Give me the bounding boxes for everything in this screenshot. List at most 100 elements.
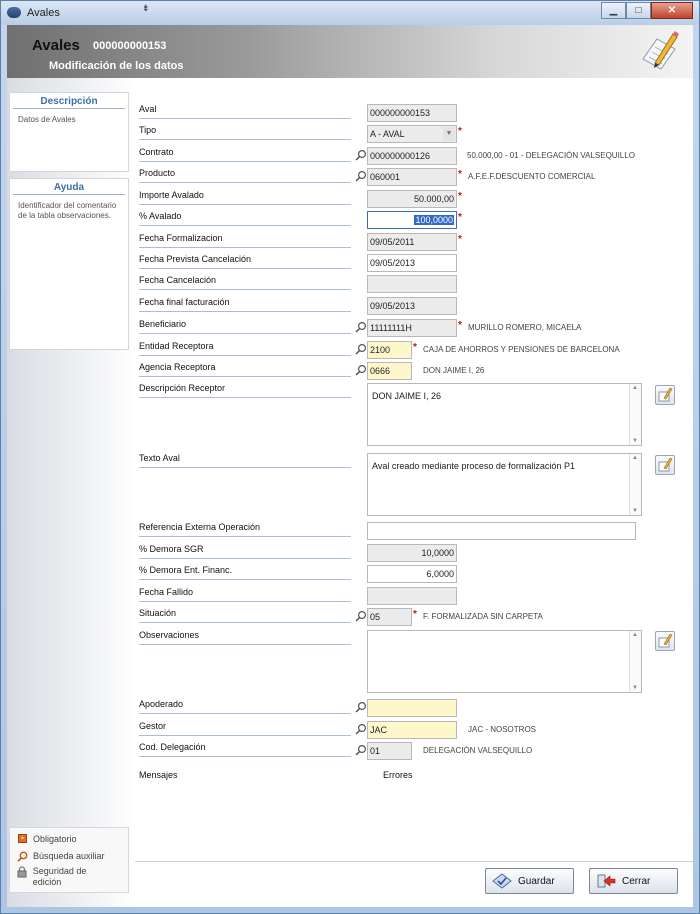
demora-ent-field[interactable]: 6,0000 xyxy=(367,565,457,583)
importe-avalado-field: 50.000,00 xyxy=(367,190,457,208)
gestor-field[interactable]: JAC xyxy=(367,721,457,739)
observaciones-textarea[interactable]: ▲ ▼ xyxy=(367,630,642,693)
entidad-receptora-desc: CAJA DE AHORROS Y PENSIONES DE BARCELONA xyxy=(423,345,620,354)
label-descripcion-receptor: Descripción Receptor xyxy=(139,383,351,398)
app-icon xyxy=(7,7,21,18)
legend-obligatorio-label: Obligatorio xyxy=(33,834,77,844)
ayuda-panel: Ayuda Identificador del comentario de la… xyxy=(9,178,129,350)
fecha-formalizacion-field: 09/05/2011 xyxy=(367,233,457,251)
agencia-receptora-field[interactable]: 0666 xyxy=(367,362,412,380)
texto-aval-textarea[interactable]: Aval creado mediante proceso de formaliz… xyxy=(367,453,642,516)
edit-text-button[interactable] xyxy=(655,455,675,475)
ayuda-title: Ayuda xyxy=(13,182,125,195)
search-icon[interactable] xyxy=(355,170,367,182)
edit-pencil-icon xyxy=(658,457,673,472)
search-icon xyxy=(16,851,28,864)
minimize-button[interactable]: ▁ xyxy=(601,2,626,19)
descripcion-receptor-value: DON JAIME I, 26 xyxy=(372,391,442,401)
required-mark: * xyxy=(413,342,417,353)
contrato-desc: 50.000,00 - 01 - DELEGACIÓN VALSEQUILLO xyxy=(467,151,635,160)
situacion-field[interactable]: 05 xyxy=(367,608,412,626)
search-icon[interactable] xyxy=(355,364,367,376)
search-icon[interactable] xyxy=(355,610,367,622)
label-contrato: Contrato xyxy=(139,147,351,162)
contrato-field[interactable]: 000000000126 xyxy=(367,147,457,165)
label-situacion: Situación xyxy=(139,608,351,623)
required-mark: * xyxy=(458,320,462,331)
pin-icon[interactable]: ⇟ xyxy=(142,3,150,14)
window-controls: ▁ □ ✕ xyxy=(601,2,693,19)
legend-busqueda: Búsqueda auxiliar xyxy=(16,851,105,864)
texto-aval-value: Aval creado mediante proceso de formaliz… xyxy=(372,461,575,471)
beneficiario-field[interactable]: 11111111H xyxy=(367,319,457,337)
situacion-desc: F. FORMALIZADA SIN CARPETA xyxy=(423,612,543,621)
label-agencia-receptora: Agencia Receptora xyxy=(139,362,351,377)
producto-field[interactable]: 060001 xyxy=(367,168,457,186)
search-icon[interactable] xyxy=(355,321,367,333)
scroll-down-icon[interactable]: ▼ xyxy=(632,685,638,691)
window: Avales ⇟ ▁ □ ✕ Avales 000000000153 Modif… xyxy=(0,0,700,914)
label-apoderado: Apoderado xyxy=(139,699,351,714)
maximize-button[interactable]: □ xyxy=(626,2,651,19)
scroll-up-icon[interactable]: ▲ xyxy=(632,385,638,391)
beneficiario-desc: MURILLO ROMERO, MICAELA xyxy=(468,323,582,332)
search-icon[interactable] xyxy=(355,701,367,713)
label-importe-avalado: Importe Avalado xyxy=(139,190,351,205)
required-icon: * xyxy=(16,834,28,845)
scrollbar[interactable]: ▲ ▼ xyxy=(629,454,641,515)
search-icon[interactable] xyxy=(355,744,367,756)
legend-busqueda-label: Búsqueda auxiliar xyxy=(33,851,105,861)
window-title: Avales xyxy=(27,7,60,19)
pct-avalado-field[interactable]: 100,0000 xyxy=(367,211,457,229)
fecha-prevista-cancelacion-field[interactable]: 09/05/2013 xyxy=(367,254,457,272)
scrollbar[interactable]: ▲ ▼ xyxy=(629,384,641,445)
chevron-down-icon[interactable]: ▼ xyxy=(443,127,455,141)
required-mark: * xyxy=(458,169,462,180)
errores-label: Errores xyxy=(383,770,413,780)
guardar-label: Guardar xyxy=(518,875,555,887)
edit-pencil-icon xyxy=(658,633,673,648)
cod-delegacion-field[interactable]: 01 xyxy=(367,742,412,760)
scroll-up-icon[interactable]: ▲ xyxy=(632,632,638,638)
fecha-fallido-field xyxy=(367,587,457,605)
label-texto-aval: Texto Aval xyxy=(139,453,351,468)
footer-divider xyxy=(135,861,693,862)
entidad-receptora-field[interactable]: 2100 xyxy=(367,341,412,359)
tipo-value: A - AVAL xyxy=(370,129,405,139)
producto-desc: A.F.E.F.DESCUENTO COMERCIAL xyxy=(468,172,596,181)
demora-sgr-field: 10,0000 xyxy=(367,544,457,562)
cerrar-button[interactable]: Cerrar xyxy=(589,868,678,894)
sidebar: Descripción Datos de Avales Ayuda Identi… xyxy=(7,78,135,907)
title-bar[interactable]: Avales ⇟ ▁ □ ✕ xyxy=(1,1,699,25)
search-icon[interactable] xyxy=(355,723,367,735)
label-aval: Aval xyxy=(139,104,351,119)
exit-icon xyxy=(597,874,616,888)
guardar-button[interactable]: Guardar xyxy=(485,868,574,894)
form-header: Avales 000000000153 Modificación de los … xyxy=(7,25,693,78)
lock-icon xyxy=(16,866,28,880)
referencia-externa-field[interactable] xyxy=(367,522,636,540)
descripcion-receptor-textarea[interactable]: DON JAIME I, 26 ▲ ▼ xyxy=(367,383,642,446)
search-icon[interactable] xyxy=(355,149,367,161)
edit-text-button[interactable] xyxy=(655,385,675,405)
scroll-up-icon[interactable]: ▲ xyxy=(632,455,638,461)
apoderado-field[interactable] xyxy=(367,699,457,717)
svg-text:*: * xyxy=(21,837,24,844)
scrollbar[interactable]: ▲ ▼ xyxy=(629,631,641,692)
label-entidad-receptora: Entidad Receptora xyxy=(139,341,351,356)
cerrar-label: Cerrar xyxy=(622,875,651,887)
gestor-desc: JAC - NOSOTROS xyxy=(468,725,537,734)
scroll-down-icon[interactable]: ▼ xyxy=(632,508,638,514)
edit-text-button[interactable] xyxy=(655,631,675,651)
required-mark: * xyxy=(458,212,462,223)
close-window-button[interactable]: ✕ xyxy=(651,2,693,19)
mensajes-label: Mensajes xyxy=(139,770,178,780)
search-icon[interactable] xyxy=(355,343,367,355)
tipo-select[interactable]: A - AVAL ▼ xyxy=(367,125,457,143)
required-mark: * xyxy=(413,609,417,620)
required-mark: * xyxy=(458,234,462,245)
scroll-down-icon[interactable]: ▼ xyxy=(632,438,638,444)
descripcion-panel: Descripción Datos de Avales xyxy=(9,92,129,172)
form-title: Avales xyxy=(32,37,80,54)
legend-seguridad: Seguridad de edición xyxy=(16,866,116,888)
